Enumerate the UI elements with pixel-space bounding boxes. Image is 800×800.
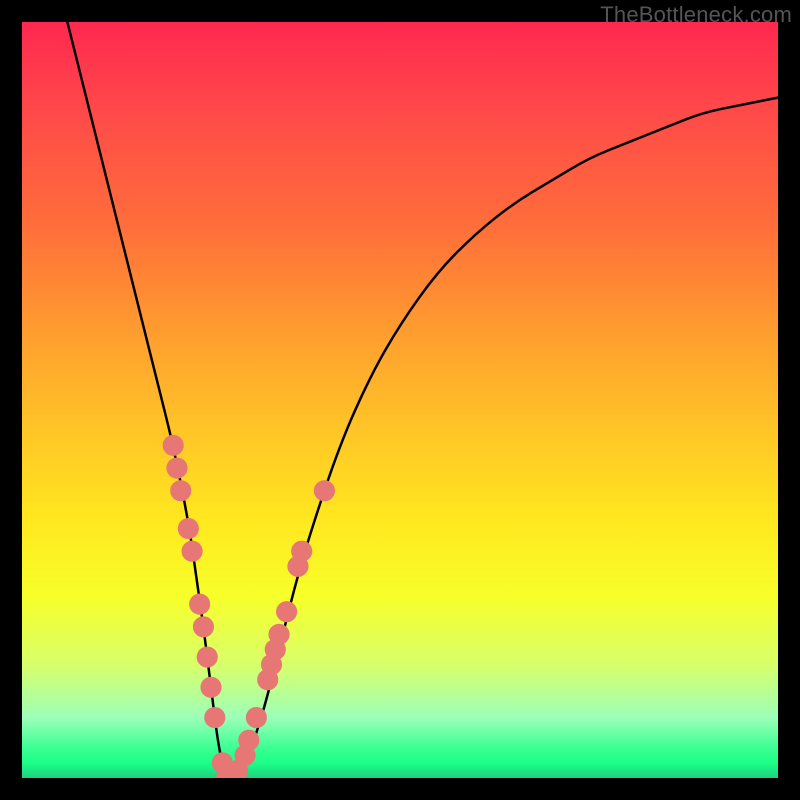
bottleneck-curve — [67, 22, 778, 778]
data-marker — [178, 518, 199, 539]
data-marker — [166, 457, 187, 478]
data-marker — [276, 601, 297, 622]
data-marker — [193, 616, 214, 637]
data-marker — [246, 707, 267, 728]
data-marker — [314, 480, 335, 501]
data-marker — [170, 480, 191, 501]
data-marker — [204, 707, 225, 728]
data-marker — [189, 594, 210, 615]
data-marker — [197, 646, 218, 667]
chart-svg — [22, 22, 778, 778]
data-marker — [163, 435, 184, 456]
plot-area — [22, 22, 778, 778]
data-marker — [238, 730, 259, 751]
data-marker — [268, 624, 289, 645]
data-marker — [291, 541, 312, 562]
chart-frame: TheBottleneck.com — [0, 0, 800, 800]
data-marker — [182, 541, 203, 562]
data-marker — [200, 677, 221, 698]
data-markers — [163, 435, 335, 778]
